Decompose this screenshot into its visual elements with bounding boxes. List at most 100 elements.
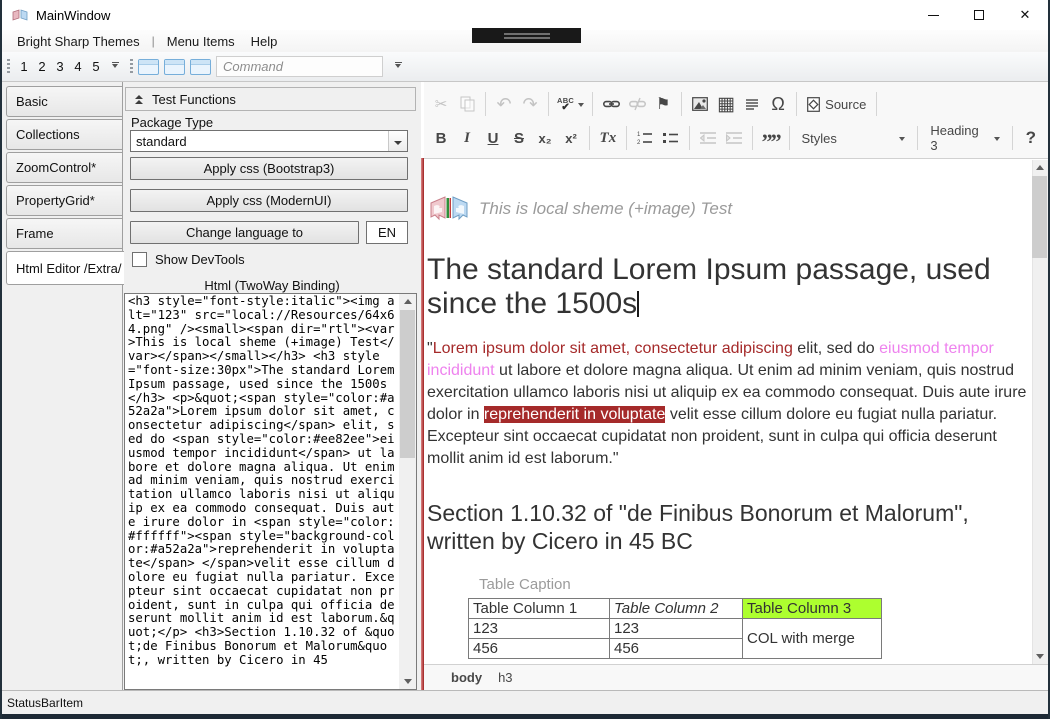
- toolbar-button-1[interactable]: 1: [15, 56, 33, 78]
- apply-css-bootstrap3-button[interactable]: Apply css (Bootstrap3): [130, 157, 408, 180]
- path-item-h3[interactable]: h3: [498, 670, 512, 685]
- tab-frame[interactable]: Frame: [6, 218, 122, 249]
- change-language-button[interactable]: Change language to: [130, 221, 359, 244]
- menu-bar: Bright Sharp Themes | Menu Items Help: [2, 30, 1048, 52]
- menu-menu-items[interactable]: Menu Items: [159, 30, 243, 52]
- chevron-down-icon: [994, 137, 1000, 141]
- bold-icon[interactable]: B: [428, 126, 454, 151]
- window-layout-icon-3[interactable]: [190, 59, 211, 75]
- chevron-down-icon: [578, 103, 584, 107]
- cut-icon[interactable]: ✂: [428, 92, 454, 117]
- menu-help[interactable]: Help: [243, 30, 286, 52]
- editor-content[interactable]: This is local sheme (+image) Test The st…: [424, 160, 1032, 664]
- floating-dark-panel[interactable]: [472, 28, 581, 43]
- toolbar-grip[interactable]: [7, 59, 10, 74]
- link-icon[interactable]: [598, 92, 624, 117]
- toolbar-grip[interactable]: [130, 59, 133, 74]
- blockquote-icon[interactable]: ””: [758, 126, 784, 151]
- subscript-icon[interactable]: x₂: [532, 126, 558, 151]
- scrollbar-thumb[interactable]: [400, 310, 415, 458]
- tab-collections[interactable]: Collections: [6, 119, 122, 150]
- bulleted-list-icon[interactable]: [658, 126, 684, 151]
- scroll-down-icon[interactable]: [1031, 649, 1048, 664]
- show-devtools-row: Show DevTools: [132, 252, 245, 267]
- toolbar-windows: [128, 54, 405, 80]
- horizontal-line-icon[interactable]: [739, 92, 765, 117]
- menu-separator: |: [148, 34, 159, 48]
- tab-zoomcontrol[interactable]: ZoomControl*: [6, 152, 122, 183]
- copy-icon[interactable]: [454, 92, 480, 117]
- html-source-textarea[interactable]: <h3 style="font-style:italic"><img alt="…: [125, 294, 399, 689]
- language-code-field[interactable]: [366, 221, 408, 244]
- maximize-button[interactable]: [956, 0, 1002, 30]
- toolbar-button-2[interactable]: 2: [33, 56, 51, 78]
- spellcheck-button[interactable]: ABC ✔: [554, 92, 587, 117]
- source-scrollbar[interactable]: [399, 294, 416, 689]
- local-scheme-image[interactable]: [429, 194, 469, 224]
- heading-main: The standard Lorem Ipsum passage, used s…: [427, 253, 1029, 321]
- apply-css-modernui-button[interactable]: Apply css (ModernUI): [130, 189, 408, 212]
- underline-icon[interactable]: U: [480, 126, 506, 151]
- svg-text:1: 1: [637, 132, 641, 138]
- increase-indent-icon[interactable]: [721, 126, 747, 151]
- test-functions-panel: Test Functions Package Type standard App…: [122, 82, 421, 690]
- tab-propertygrid[interactable]: PropertyGrid*: [6, 185, 122, 216]
- table-header-2: Table Column 2: [610, 599, 743, 619]
- remove-format-icon[interactable]: Tx: [595, 126, 621, 151]
- toolbar-overflow-button[interactable]: [108, 62, 122, 71]
- italic-icon[interactable]: I: [454, 126, 480, 151]
- test-functions-expander[interactable]: Test Functions: [125, 87, 416, 111]
- superscript-icon[interactable]: x²: [558, 126, 584, 151]
- toolbar-button-3[interactable]: 3: [51, 56, 69, 78]
- status-bar: StatusBarItem: [2, 690, 1048, 714]
- strikethrough-icon[interactable]: S: [506, 126, 532, 151]
- tab-basic[interactable]: Basic: [6, 86, 122, 117]
- scrollbar-thumb[interactable]: [1032, 176, 1047, 258]
- show-devtools-checkbox[interactable]: [132, 252, 147, 267]
- show-devtools-label: Show DevTools: [155, 252, 245, 267]
- undo-icon[interactable]: ↶: [491, 92, 517, 117]
- spellcheck-icon: ABC ✔: [557, 97, 574, 111]
- table-caption: Table Caption: [479, 576, 1029, 593]
- scroll-up-icon[interactable]: [399, 294, 416, 309]
- table-header-row: Table Column 1 Table Column 2 Table Colu…: [469, 599, 882, 619]
- minimize-button[interactable]: [910, 0, 956, 30]
- about-button[interactable]: ?: [1018, 128, 1044, 148]
- table-icon[interactable]: ▦: [713, 92, 739, 117]
- tab-html-editor[interactable]: Html Editor /Extra/: [6, 251, 124, 285]
- main-window: MainWindow ✕ Bright Sharp Themes | Menu …: [0, 0, 1050, 719]
- unlink-icon[interactable]: [624, 92, 650, 117]
- styles-label: Styles: [801, 131, 859, 146]
- scroll-down-icon[interactable]: [399, 674, 416, 689]
- window-layout-icon-1[interactable]: [138, 59, 159, 75]
- source-label: Source: [825, 97, 866, 112]
- toolbar-overflow-button[interactable]: [391, 62, 405, 71]
- html-binding-label: Html (TwoWay Binding): [123, 278, 421, 293]
- table-cell: 123: [610, 619, 743, 639]
- editor-scrollbar[interactable]: [1032, 160, 1048, 664]
- toolbar-tray: 1 2 3 4 5: [2, 52, 1048, 82]
- scroll-up-icon[interactable]: [1031, 160, 1048, 175]
- special-character-icon[interactable]: Ω: [765, 92, 791, 117]
- format-combobox[interactable]: Heading 3: [923, 126, 1006, 151]
- chevron-down-icon[interactable]: [388, 131, 407, 151]
- expander-title: Test Functions: [152, 92, 236, 107]
- package-type-combobox[interactable]: standard: [130, 130, 408, 152]
- source-button[interactable]: Source: [802, 92, 871, 117]
- close-button[interactable]: ✕: [1002, 0, 1048, 30]
- window-title: MainWindow: [36, 8, 110, 23]
- window-layout-icon-2[interactable]: [164, 59, 185, 75]
- toolbar-button-5[interactable]: 5: [87, 56, 105, 78]
- menu-bright-sharp-themes[interactable]: Bright Sharp Themes: [9, 30, 148, 52]
- image-caption-row: This is local sheme (+image) Test: [429, 194, 1029, 224]
- path-item-body[interactable]: body: [451, 670, 482, 685]
- styles-combobox[interactable]: Styles: [794, 126, 912, 151]
- toolbar-button-4[interactable]: 4: [69, 56, 87, 78]
- numbered-list-icon[interactable]: 12: [632, 126, 658, 151]
- command-input[interactable]: [216, 56, 383, 77]
- element-path-bar: body h3: [424, 664, 1048, 690]
- redo-icon[interactable]: ↷: [517, 92, 543, 117]
- anchor-flag-icon[interactable]: ⚑: [650, 92, 676, 117]
- image-icon[interactable]: [687, 92, 713, 117]
- decrease-indent-icon[interactable]: [695, 126, 721, 151]
